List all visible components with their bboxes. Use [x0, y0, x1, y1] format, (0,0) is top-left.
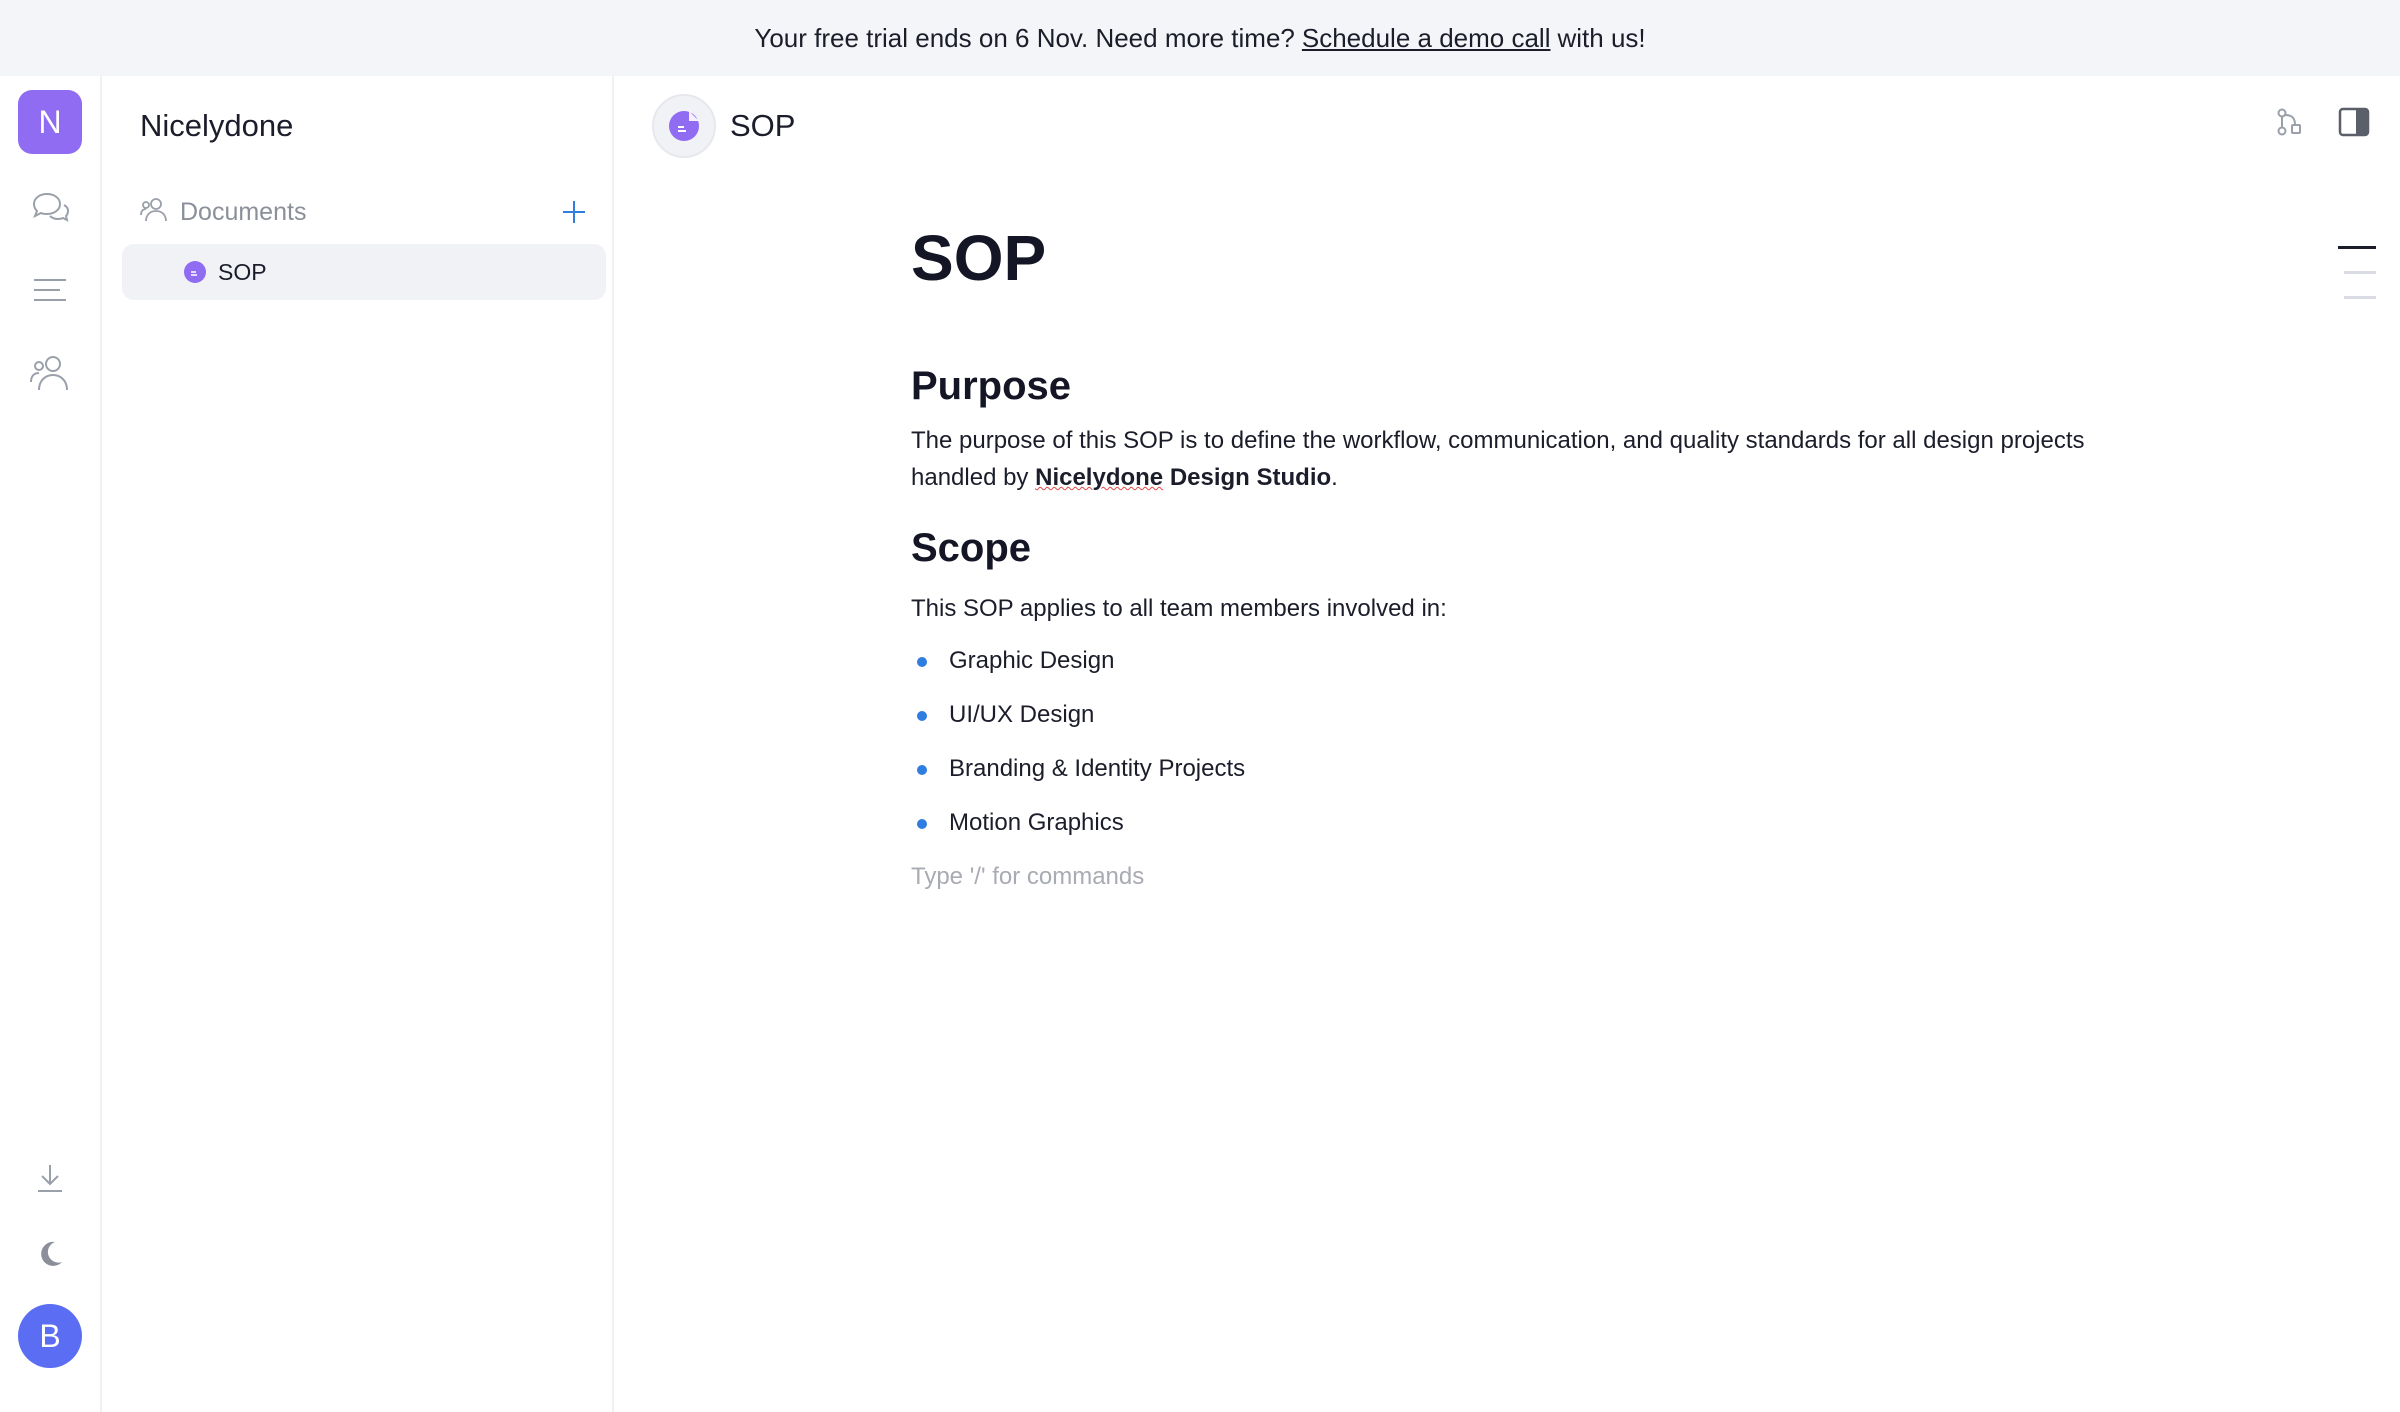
toc-marker-title[interactable] [2338, 246, 2376, 249]
trial-banner: Your free trial ends on 6 Nov. Need more… [0, 0, 2400, 76]
brand-name: Nicelydone [1035, 464, 1164, 491]
icon-rail: N B [0, 76, 102, 1412]
document-title[interactable]: SOP [911, 216, 2111, 320]
banner-suffix: with us! [1557, 22, 1646, 53]
scope-heading[interactable]: Scope [911, 516, 2111, 580]
toc-marker-purpose[interactable] [2344, 271, 2376, 274]
toc-marker-scope[interactable] [2344, 296, 2376, 299]
scope-intro[interactable]: This SOP applies to all team members inv… [911, 590, 2111, 634]
sidebar-item-label: SOP [218, 258, 267, 285]
document-icon[interactable] [652, 94, 716, 158]
document-area: SOP SOP Purpose The purpose of this SOP … [614, 76, 2400, 1412]
people-icon [140, 196, 168, 229]
moon-icon[interactable] [18, 1222, 82, 1286]
document-content[interactable]: SOP Purpose The purpose of this SOP is t… [911, 216, 2111, 904]
scope-list: Graphic Design UI/UX Design Branding & I… [911, 634, 2111, 850]
workspace-name: Nicelydone [140, 108, 294, 143]
list-item[interactable]: Graphic Design [911, 634, 2111, 688]
sidebar-item-sop[interactable]: SOP [122, 244, 606, 300]
document-header: SOP [652, 94, 795, 158]
add-document-button[interactable] [556, 194, 592, 230]
schedule-demo-link[interactable]: Schedule a demo call [1302, 23, 1551, 54]
list-item[interactable]: Motion Graphics [911, 796, 2111, 850]
purpose-end: . [1331, 464, 1338, 491]
documents-label: Documents [180, 197, 307, 226]
brand-suffix: Design Studio [1163, 464, 1332, 491]
documents-section-header[interactable]: Documents [140, 192, 592, 232]
document-icon [184, 261, 206, 289]
side-panel-toggle-icon[interactable] [2336, 104, 2372, 140]
header-actions [2272, 104, 2372, 140]
user-avatar[interactable]: B [18, 1304, 82, 1368]
list-icon[interactable] [18, 258, 82, 322]
user-initial: B [39, 1317, 61, 1354]
branch-icon[interactable] [2272, 104, 2308, 140]
list-item[interactable]: UI/UX Design [911, 688, 2111, 742]
workspace-initial: N [38, 103, 62, 140]
command-placeholder[interactable]: Type '/' for commands [911, 850, 2111, 904]
people-icon[interactable] [18, 340, 82, 404]
workspace-avatar[interactable]: N [18, 90, 82, 154]
banner-text: Your free trial ends on 6 Nov. Need more… [754, 22, 1295, 53]
chat-icon[interactable] [18, 176, 82, 240]
list-item[interactable]: Branding & Identity Projects [911, 742, 2111, 796]
table-of-contents-minimap[interactable] [2338, 246, 2376, 321]
sidebar: Nicelydone Documents SOP [102, 76, 614, 1412]
purpose-paragraph[interactable]: The purpose of this SOP is to define the… [911, 422, 2111, 496]
download-icon[interactable] [18, 1146, 82, 1210]
purpose-heading[interactable]: Purpose [911, 354, 2111, 422]
document-header-title: SOP [730, 108, 796, 143]
